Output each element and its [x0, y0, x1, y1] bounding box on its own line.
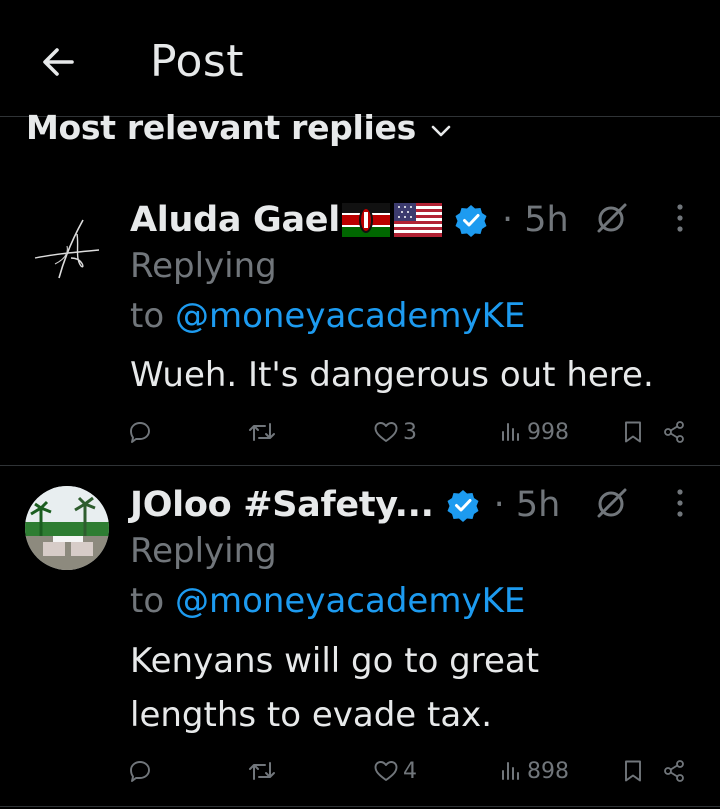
comment-icon	[130, 761, 150, 782]
view-count: 898	[527, 758, 569, 784]
arrow-left-icon	[43, 48, 74, 76]
usa-flag-icon	[393, 203, 442, 237]
post-text-line: lengths to evade tax.	[130, 695, 493, 735]
view-count: 998	[527, 419, 569, 445]
bookmark-icon	[625, 421, 641, 443]
chevron-down-icon	[431, 125, 451, 136]
resort-avatar-image	[25, 486, 109, 570]
post-text-line: Kenyans will go to great	[130, 641, 540, 681]
post-text: Wueh. It's dangerous out here.	[130, 355, 654, 395]
author-name[interactable]: JOloo #Safety...	[130, 485, 434, 525]
reply-button[interactable]	[128, 412, 152, 452]
repost-button[interactable]	[248, 412, 276, 452]
top-bar: Post	[0, 0, 720, 117]
mention-link[interactable]: @moneyacademyKE	[175, 296, 525, 336]
post-text: Kenyans will go to great lengths to evad…	[130, 634, 700, 742]
bookmark-button[interactable]	[622, 412, 644, 452]
more-options-button[interactable]	[660, 198, 700, 238]
replying-to: Replying to @moneyacademyKE	[130, 527, 525, 626]
bar-chart-icon	[502, 423, 519, 441]
replying-to-label: to	[130, 296, 165, 336]
bookmark-button[interactable]	[622, 751, 644, 791]
kenya-flag-icon	[341, 203, 390, 237]
share-icon	[664, 421, 684, 443]
replying-label: Replying	[130, 246, 277, 286]
avatar[interactable]	[25, 200, 109, 284]
replying-to-label: to	[130, 581, 165, 621]
grok-button[interactable]	[592, 483, 632, 523]
bookmark-icon	[625, 760, 641, 782]
post-time: · 5h	[501, 200, 569, 240]
back-button[interactable]	[36, 40, 80, 84]
verified-badge-icon	[447, 490, 479, 522]
reply-post[interactable]: Aluda Gael · 5h Replying to @moneyacadem…	[0, 180, 720, 466]
action-bar: 4 898	[0, 751, 720, 791]
grok-icon	[597, 203, 627, 233]
like-count: 3	[403, 419, 417, 445]
avatar[interactable]	[25, 486, 109, 570]
post-time: · 5h	[493, 485, 561, 525]
replying-label: Replying	[130, 531, 277, 571]
views-button[interactable]: 898	[499, 751, 569, 791]
comment-icon	[130, 422, 150, 443]
signature-avatar-image	[34, 219, 100, 279]
grok-icon	[597, 488, 627, 518]
like-button[interactable]: 4	[373, 751, 417, 791]
author-row: Aluda Gael · 5h	[130, 197, 569, 243]
more-vertical-icon	[677, 489, 683, 517]
sort-label: Most relevant replies	[26, 108, 416, 147]
more-vertical-icon	[677, 204, 683, 232]
views-button[interactable]: 998	[499, 412, 569, 452]
author-row: JOloo #Safety... · 5h	[130, 482, 560, 528]
mention-link[interactable]: @moneyacademyKE	[175, 581, 525, 621]
page-title: Post	[150, 36, 245, 87]
more-options-button[interactable]	[660, 483, 700, 523]
like-button[interactable]: 3	[373, 412, 417, 452]
grok-button[interactable]	[592, 198, 632, 238]
action-bar: 3 998	[0, 412, 720, 452]
like-count: 4	[403, 758, 417, 784]
replying-to: Replying to @moneyacademyKE	[130, 242, 525, 341]
share-button[interactable]	[662, 412, 686, 452]
heart-icon	[374, 422, 398, 442]
share-icon	[664, 760, 684, 782]
reply-post[interactable]: JOloo #Safety... · 5h Replying to @money…	[0, 465, 720, 807]
bar-chart-icon	[502, 762, 519, 780]
share-button[interactable]	[662, 751, 686, 791]
repost-icon	[249, 762, 275, 780]
heart-icon	[374, 761, 398, 781]
reply-sort-dropdown[interactable]: Most relevant replies	[26, 108, 452, 147]
repost-icon	[249, 423, 275, 441]
author-name[interactable]: Aluda Gael	[130, 200, 340, 240]
reply-button[interactable]	[128, 751, 152, 791]
repost-button[interactable]	[248, 751, 276, 791]
verified-badge-icon	[455, 205, 487, 237]
